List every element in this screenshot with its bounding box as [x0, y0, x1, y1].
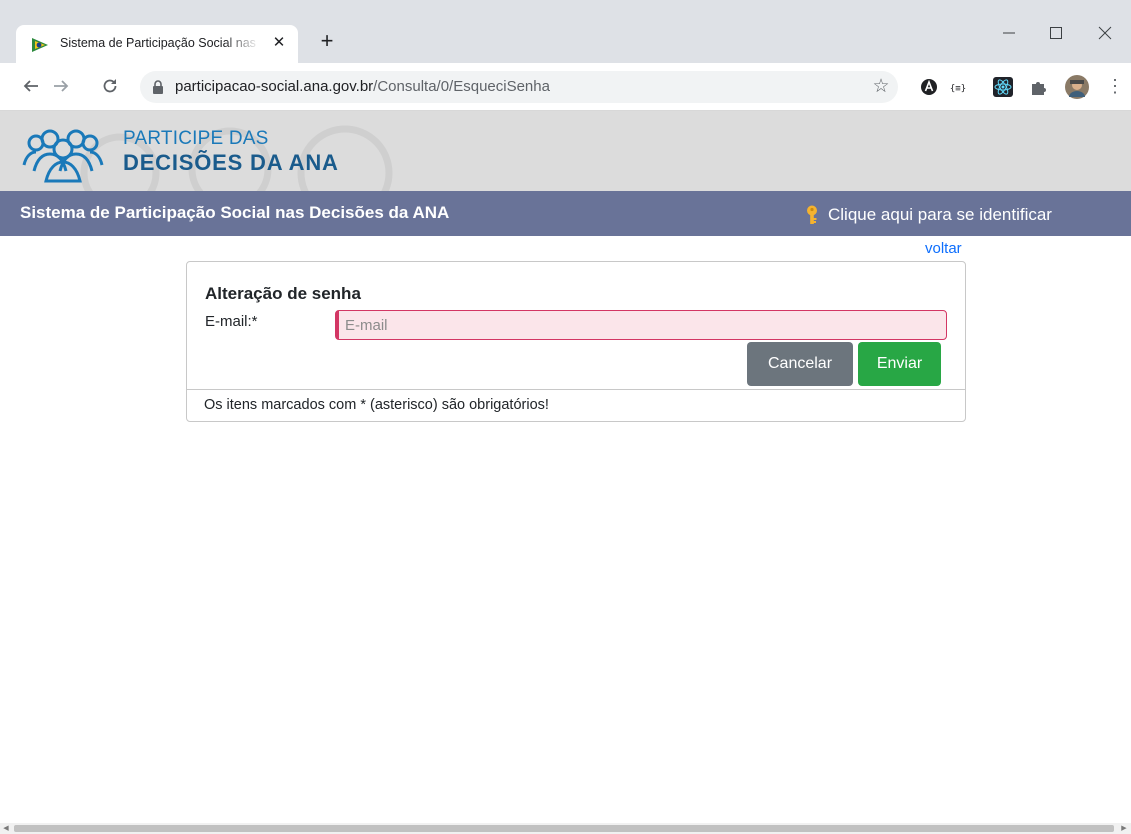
logo-text-line2: DECISÕES DA ANA	[123, 150, 339, 175]
svg-text:{≡}: {≡}	[950, 84, 966, 94]
forward-arrow-icon[interactable]	[50, 75, 72, 97]
logo-people-icon	[22, 129, 104, 183]
browser-menu-icon[interactable]: ⋮	[1106, 75, 1124, 97]
new-tab-button[interactable]: +	[316, 30, 338, 52]
required-fields-note: Os itens marcados com * (asterisco) são …	[204, 397, 549, 413]
browser-toolbar: participacao-social.ana.gov.br/Consulta/…	[0, 63, 1131, 111]
profile-avatar[interactable]	[1065, 75, 1089, 99]
scrollbar-thumb[interactable]	[14, 825, 1114, 832]
site-nav-bar: Sistema de Participação Social nas Decis…	[0, 191, 1131, 236]
logo-text-line1: PARTICIPE DAS	[123, 128, 269, 149]
key-icon	[807, 205, 817, 224]
horizontal-scrollbar[interactable]: ◀ ▶	[0, 823, 1131, 834]
lock-icon	[153, 80, 163, 94]
cancel-button[interactable]: Cancelar	[747, 342, 853, 386]
maximize-icon[interactable]	[1041, 18, 1071, 48]
site-header: PARTICIPE DAS DECISÕES DA ANA	[0, 111, 1131, 191]
back-link[interactable]: voltar	[925, 240, 962, 257]
url-path: /Consulta/0/EsqueciSenha	[373, 78, 550, 95]
browser-tab-strip: Sistema de Participação Social nas Decis…	[0, 0, 1131, 63]
back-arrow-icon[interactable]	[20, 75, 42, 97]
card-footer: Os itens marcados com * (asterisco) são …	[187, 389, 965, 421]
url-text: participacao-social.ana.gov.br/Consulta/…	[175, 78, 550, 95]
send-button[interactable]: Enviar	[858, 342, 941, 386]
close-window-icon[interactable]	[1090, 18, 1120, 48]
login-label: Clique aqui para se identificar	[828, 205, 1052, 224]
reload-icon[interactable]	[99, 75, 121, 97]
bookmark-star-icon[interactable]: ☆	[870, 75, 892, 99]
url-host: participacao-social.ana.gov.br	[175, 78, 374, 95]
email-label: E-mail:*	[205, 313, 258, 330]
minimize-icon[interactable]	[994, 18, 1024, 48]
password-change-card: Alteração de senha E-mail:* Cancelar Env…	[186, 261, 966, 422]
react-devtools-icon[interactable]	[992, 76, 1014, 98]
address-bar[interactable]: participacao-social.ana.gov.br/Consulta/…	[140, 71, 898, 103]
angular-icon[interactable]	[918, 76, 940, 98]
puzzle-icon[interactable]	[1028, 76, 1050, 98]
ana-favicon-icon	[32, 38, 48, 52]
scroll-right-arrow-icon[interactable]: ▶	[1120, 825, 1128, 832]
scroll-left-arrow-icon[interactable]: ◀	[2, 825, 10, 832]
card-title: Alteração de senha	[205, 284, 361, 303]
browser-tab[interactable]: Sistema de Participação Social nas Decis…	[16, 25, 298, 63]
json-viewer-icon[interactable]: {≡}	[947, 76, 969, 98]
tab-close-icon[interactable]: ✕	[270, 33, 288, 53]
tab-title: Sistema de Participação Social nas Decis…	[60, 36, 260, 50]
system-title: Sistema de Participação Social nas Decis…	[20, 203, 450, 222]
email-input[interactable]	[335, 310, 947, 340]
